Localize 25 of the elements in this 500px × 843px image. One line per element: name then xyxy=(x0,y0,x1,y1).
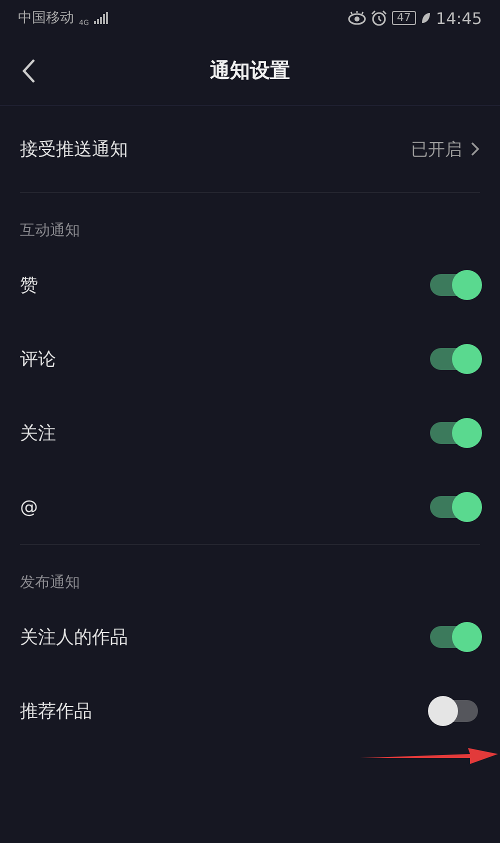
carrier-name: 中国移动 xyxy=(18,9,74,27)
section-heading: 互动通知 xyxy=(19,220,81,241)
page-title: 通知设置 xyxy=(210,57,290,84)
signal-icon xyxy=(94,12,108,24)
toggle-switch[interactable] xyxy=(428,492,482,522)
chevron-right-icon[interactable] xyxy=(470,141,480,157)
toggle-switch[interactable] xyxy=(428,344,482,374)
leaf-icon xyxy=(420,12,431,24)
setting-label: 赞 xyxy=(20,274,39,297)
clock-time: 14:45 xyxy=(436,8,482,28)
toggle-switch[interactable] xyxy=(428,418,482,448)
setting-label: @ xyxy=(20,496,39,518)
battery-level: 47 xyxy=(392,11,416,25)
eye-icon xyxy=(348,11,366,25)
setting-label: 推荐作品 xyxy=(20,700,93,723)
setting-label: 关注 xyxy=(20,422,57,445)
setting-label: 接受推送通知 xyxy=(20,138,129,161)
toggle-switch[interactable] xyxy=(428,270,482,300)
section-heading: 发布通知 xyxy=(19,572,81,593)
setting-value[interactable]: 已开启 xyxy=(411,138,462,160)
alarm-icon xyxy=(370,10,387,26)
back-icon[interactable] xyxy=(22,58,36,84)
setting-label: 关注人的作品 xyxy=(20,626,129,649)
toggle-switch[interactable] xyxy=(428,622,482,652)
setting-label: 评论 xyxy=(20,348,57,371)
